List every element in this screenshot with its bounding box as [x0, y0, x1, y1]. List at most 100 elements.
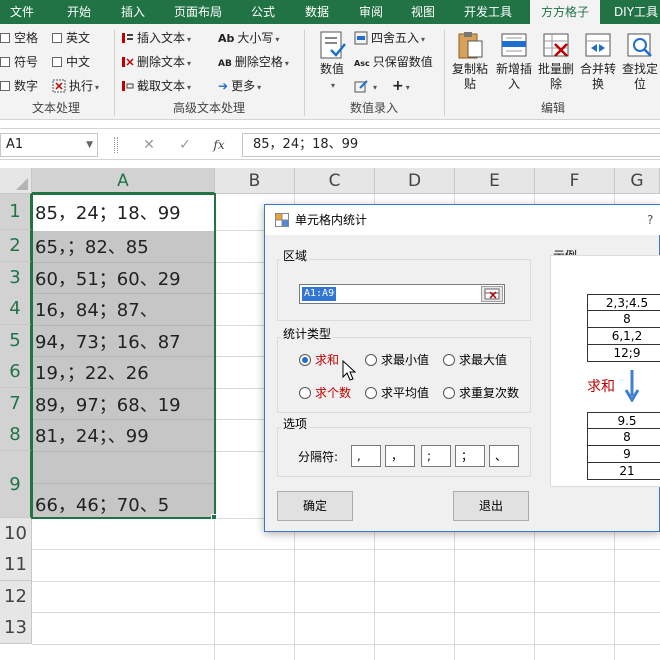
abc-icon: Asc	[354, 59, 370, 68]
separator-input-4[interactable]: ；	[455, 445, 485, 467]
example-cell: 9.5	[587, 412, 660, 429]
cancel-icon[interactable]: ✕	[138, 135, 160, 155]
copy-paste-label: 复制粘贴	[451, 62, 488, 91]
column-header-a[interactable]: A	[32, 168, 215, 194]
range-input[interactable]: A1:A9	[299, 284, 505, 304]
insert-text-button[interactable]: 插入文本 ▾	[120, 28, 191, 48]
radio-sum-label: 求和	[315, 353, 340, 367]
find-locate-label: 查找定位	[621, 62, 658, 91]
execute-button[interactable]: 执行 ▾	[52, 76, 99, 96]
plus-icon: +	[392, 78, 404, 94]
column-header-d[interactable]: D	[375, 168, 455, 194]
number-label: 数值	[319, 62, 344, 76]
help-icon[interactable]: ?	[647, 205, 660, 235]
tab-fangfang[interactable]: 方方格子	[530, 0, 600, 24]
merge-convert-button[interactable]: 合并转换	[576, 30, 620, 96]
checkbox-symbol[interactable]: 符号	[0, 52, 38, 72]
number-icon	[317, 30, 347, 60]
column-header-b[interactable]: B	[215, 168, 295, 194]
round-button[interactable]: 四舍五入 ▾	[354, 28, 425, 48]
enter-icon[interactable]: ✓	[174, 135, 196, 155]
tab-view[interactable]: 视图	[400, 0, 446, 24]
tab-insert[interactable]: 插入	[110, 0, 156, 24]
row-header-9[interactable]: 9	[0, 451, 32, 518]
ok-button[interactable]: 确定	[277, 491, 353, 521]
ribbon: 空格 英文 符号 中文 数字 执行 ▾ 文本处理 插入文本 ▾ 删除文本 ▾ 截取文本…	[0, 24, 660, 120]
column-header-c[interactable]: C	[295, 168, 375, 194]
row-header-8[interactable]: 8	[0, 419, 32, 451]
radio-average[interactable]: 求平均值	[365, 384, 429, 402]
column-header-f[interactable]: F	[535, 168, 615, 194]
round-icon	[354, 31, 368, 45]
checkbox-number[interactable]: 数字	[0, 76, 38, 96]
row-header-5[interactable]: 5	[0, 325, 32, 357]
column-header-g[interactable]: G	[615, 168, 660, 194]
select-all-corner[interactable]	[0, 168, 32, 194]
checkbox-space[interactable]: 空格	[0, 28, 38, 48]
delete-text-button[interactable]: 删除文本 ▾	[120, 52, 191, 72]
tab-page-layout[interactable]: 页面布局	[166, 0, 230, 24]
row-header-1[interactable]: 1	[0, 194, 32, 230]
tab-data[interactable]: 数据	[294, 0, 340, 24]
extract-text-button[interactable]: 截取文本 ▾	[120, 76, 191, 96]
tab-review[interactable]: 审阅	[348, 0, 394, 24]
dialog-title-bar[interactable]: 单元格内统计 ?	[265, 205, 660, 235]
checkbox-icon	[0, 33, 10, 43]
radio-max[interactable]: 求最大值	[443, 351, 507, 369]
add-insert-button[interactable]: 新增插入	[492, 30, 536, 96]
drag-handle-icon[interactable]	[114, 137, 118, 153]
checkbox-icon	[0, 57, 10, 67]
separator-input-5[interactable]: 、	[489, 445, 519, 467]
more-button[interactable]: ➔ 更多 ▾	[218, 76, 261, 96]
exit-button[interactable]: 退出	[453, 491, 529, 521]
separator-input-3[interactable]: ;	[421, 445, 451, 467]
checkbox-icon	[52, 33, 62, 43]
row-header-12[interactable]: 12	[0, 581, 32, 613]
tab-formulas[interactable]: 公式	[240, 0, 286, 24]
group-label-advanced-text: 高级文本处理	[172, 101, 245, 115]
row-header-4[interactable]: 4	[0, 293, 32, 325]
case-button[interactable]: Ab 大小写 ▾	[218, 28, 279, 48]
column-header-e[interactable]: E	[455, 168, 535, 194]
radio-sum[interactable]: 求和	[299, 351, 339, 369]
copy-paste-button[interactable]: 复制粘贴	[448, 30, 492, 96]
chevron-down-icon[interactable]: ▼	[86, 134, 93, 156]
keep-value-button[interactable]: Asc 只保留数值	[354, 52, 433, 72]
row-header-13[interactable]: 13	[0, 612, 32, 644]
checkbox-chinese[interactable]: 中文	[52, 52, 90, 72]
delete-space-button[interactable]: AB 删除空格 ▾	[218, 52, 289, 72]
checkbox-english[interactable]: 英文	[52, 28, 90, 48]
row-header-6[interactable]: 6	[0, 356, 32, 388]
radio-repeat-count[interactable]: 求重复次数	[443, 384, 519, 402]
group-label-edit: 编辑	[540, 101, 565, 115]
group-divider	[114, 30, 115, 116]
row-header-11[interactable]: 11	[0, 549, 32, 581]
checkbox-english-label: 英文	[66, 31, 91, 45]
edit-value-button[interactable]: ▾	[354, 76, 377, 96]
tab-developer[interactable]: 开发工具	[454, 0, 522, 24]
formula-input[interactable]: 85，24；18、99	[242, 133, 660, 157]
delete-text-label: 删除文本	[137, 55, 186, 69]
tab-file[interactable]: 文件	[0, 0, 44, 24]
fill-handle[interactable]	[211, 514, 217, 520]
number-button[interactable]: 数值 ▾	[310, 30, 354, 96]
find-locate-button[interactable]: 查找定位	[618, 30, 660, 96]
row-header-3[interactable]: 3	[0, 262, 32, 294]
range-select-button[interactable]	[481, 286, 503, 302]
separator-input-1[interactable]: ,	[351, 445, 381, 467]
radio-count[interactable]: 求个数	[299, 384, 351, 402]
plus-button[interactable]: + ▾	[392, 76, 410, 96]
name-box[interactable]: A1 ▼	[0, 133, 98, 157]
row-header-7[interactable]: 7	[0, 388, 32, 420]
row-header-10[interactable]: 10	[0, 518, 32, 550]
name-box-value: A1	[6, 137, 24, 152]
radio-min[interactable]: 求最小值	[365, 351, 429, 369]
tab-home[interactable]: 开始	[56, 0, 102, 24]
group-divider	[304, 30, 305, 116]
tab-diy-tools[interactable]: DIY工具	[606, 0, 660, 24]
batch-delete-button[interactable]: 批量删除	[534, 30, 578, 96]
separator-input-2[interactable]: ，	[385, 445, 415, 467]
fx-icon[interactable]: fx	[208, 135, 230, 155]
row-header-2[interactable]: 2	[0, 230, 32, 262]
radio-average-label: 求平均值	[381, 386, 430, 400]
